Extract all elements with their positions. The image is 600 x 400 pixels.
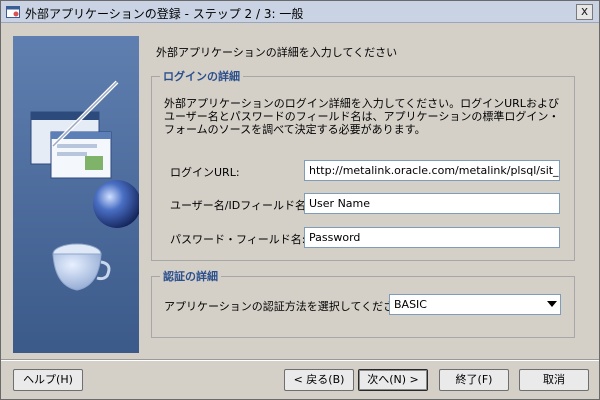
auth-details-group: 認証の詳細 アプリケーションの認証方法を選択してください: BASIC	[151, 268, 575, 338]
username-field-input[interactable]: User Name	[304, 193, 560, 214]
button-separator	[1, 359, 599, 361]
dialog-body: 外部アプリケーションの詳細を入力してください ログインの詳細 外部アプリケーショ…	[1, 24, 599, 399]
auth-method-value: BASIC	[394, 298, 427, 311]
username-field-label: ユーザー名/IDフィールド名:	[170, 199, 310, 212]
login-details-title: ログインの詳細	[160, 68, 243, 84]
wizard-dialog: 外部アプリケーションの登録 - ステップ 2 / 3: 一般 x 外部アプリケー…	[0, 0, 600, 400]
next-button[interactable]: 次へ(N) >	[358, 369, 428, 391]
dropdown-arrow-icon	[547, 301, 557, 307]
back-button[interactable]: < 戻る(B)	[284, 369, 354, 391]
wizard-content: 外部アプリケーションの詳細を入力してください ログインの詳細 外部アプリケーショ…	[149, 36, 589, 346]
login-url-label: ログインURL:	[170, 166, 240, 179]
login-description: 外部アプリケーションのログイン詳細を入力してください。ログインURLおよびユーザ…	[164, 97, 560, 136]
app-window-icon	[6, 6, 20, 18]
password-field-label: パスワード・フィールド名:	[170, 233, 306, 246]
wizard-illustration	[13, 36, 139, 353]
auth-method-label: アプリケーションの認証方法を選択してください:	[164, 300, 409, 313]
password-field-input[interactable]: Password	[304, 227, 560, 248]
wizard-illustration-graphic	[13, 36, 139, 353]
title-bar[interactable]: 外部アプリケーションの登録 - ステップ 2 / 3: 一般 x	[1, 1, 599, 23]
auth-details-title: 認証の詳細	[160, 268, 221, 284]
intro-text: 外部アプリケーションの詳細を入力してください	[156, 46, 398, 59]
finish-button[interactable]: 終了(F)	[439, 369, 509, 391]
auth-method-select[interactable]: BASIC	[389, 294, 561, 315]
close-icon: x	[580, 4, 589, 18]
cancel-button[interactable]: 取消	[519, 369, 589, 391]
close-button[interactable]: x	[576, 4, 593, 20]
help-button[interactable]: ヘルプ(H)	[13, 369, 83, 391]
login-details-group: ログインの詳細 外部アプリケーションのログイン詳細を入力してください。ログインU…	[151, 68, 575, 261]
login-url-input[interactable]: http://metalink.oracle.com/metalink/plsq…	[304, 160, 560, 181]
window-title: 外部アプリケーションの登録 - ステップ 2 / 3: 一般	[25, 7, 304, 21]
